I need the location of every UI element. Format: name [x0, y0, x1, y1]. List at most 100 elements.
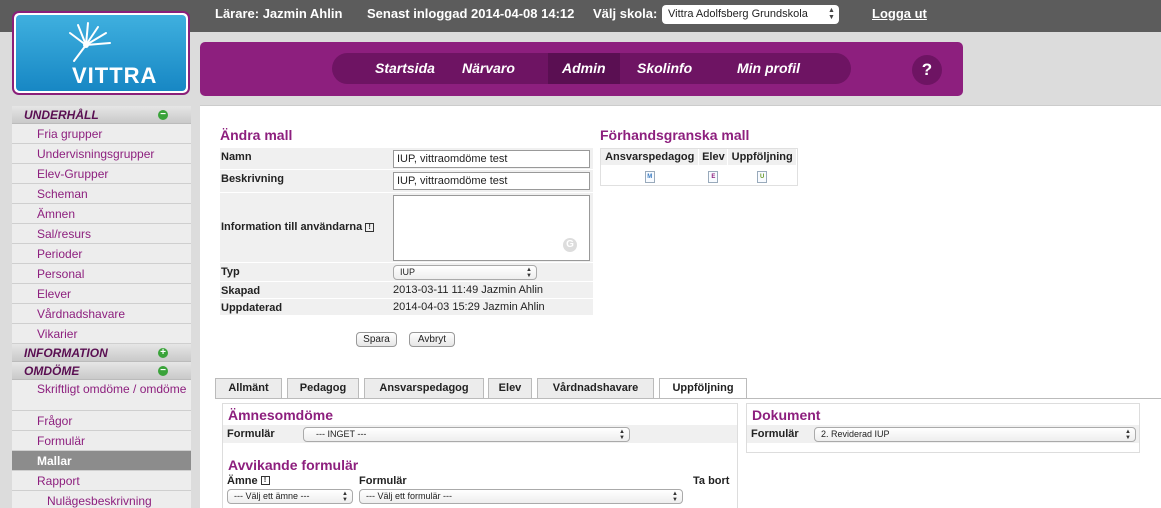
sidebar-item[interactable]: Elev-Grupper [12, 164, 191, 184]
deviating-col-remove: Ta bort [693, 474, 730, 487]
deviating-col-subject-wrap: Ämne! [227, 475, 359, 487]
document-form-label: Formulär [751, 428, 799, 440]
sidebar-item[interactable]: Rapport [12, 471, 191, 491]
deviating-form-value: --- Välj ett formulär --- [366, 490, 453, 501]
info-icon[interactable]: ! [365, 222, 375, 232]
section-title: INFORMATION [24, 346, 108, 360]
deviating-col-form: Formulär [359, 474, 407, 487]
school-label: Välj skola: [593, 6, 658, 21]
sidebar-section-omdome[interactable]: OMDÖME − [12, 362, 191, 380]
tab-pedagog[interactable]: Pedagog [287, 378, 359, 398]
teacher-name: Lärare: Jazmin Ahlin [215, 6, 343, 21]
tab-vardnadshavare[interactable]: Vårdnadshavare [537, 378, 654, 398]
tab-divider [215, 398, 1161, 399]
updated-label: Uppdaterad [221, 302, 283, 314]
subject-assessment-panel: Ämnesomdöme Formulär --- INGET --- ▲ ▼ Av… [222, 403, 738, 508]
type-select[interactable]: IUP ▲ ▼ [393, 265, 537, 280]
sidebar-item[interactable]: Ämnen [12, 204, 191, 224]
main-content: Ändra mall Namn IUP, vittraomdöme test B… [200, 105, 1161, 508]
sidebar-item[interactable]: Frågor [12, 411, 191, 431]
edit-template-title: Ändra mall [220, 127, 293, 143]
section-title: OMDÖME [24, 364, 80, 378]
sidebar-item[interactable]: Vikarier [12, 324, 191, 344]
tab-ansvarspedagog[interactable]: Ansvarspedagog [364, 378, 484, 398]
created-label: Skapad [221, 285, 261, 297]
logo-text: VITTRA [72, 63, 158, 88]
document-e-icon[interactable]: E [708, 171, 719, 183]
type-label: Typ [221, 266, 240, 278]
school-select-value: Vittra Adolfsberg Grundskola [668, 8, 808, 20]
select-arrows-icon: ▲ ▼ [526, 267, 532, 279]
preview-col-ansvarspedagog: Ansvarspedagog [601, 149, 700, 165]
save-button[interactable]: Spara [356, 332, 397, 347]
document-title: Dokument [752, 407, 821, 423]
info-icon[interactable]: ! [260, 476, 270, 486]
description-label: Beskrivning [221, 173, 284, 185]
sidebar: UNDERHÅLL − Fria grupper Undervisningsgr… [12, 106, 191, 508]
help-button[interactable]: ? [912, 55, 942, 85]
type-select-value: IUP [400, 267, 416, 277]
tab-elev[interactable]: Elev [488, 378, 532, 398]
updated-value: 2014-04-03 15:29 Jazmin Ahlin [393, 301, 545, 313]
sidebar-item[interactable]: Undervisningsgrupper [12, 144, 191, 164]
tab-allmant[interactable]: Allmänt [215, 378, 282, 398]
nav-startsida[interactable]: Startsida [361, 53, 449, 84]
sidebar-item[interactable]: Elever [12, 284, 191, 304]
select-arrows-icon: ▲ ▼ [672, 490, 678, 503]
nav-admin[interactable]: Admin [548, 53, 620, 84]
info-label-wrap: Information till användarna! [220, 193, 392, 262]
document-m-icon[interactable]: M [644, 171, 655, 183]
sidebar-item[interactable]: Perioder [12, 244, 191, 264]
nav-skolinfo[interactable]: Skolinfo [623, 53, 706, 84]
subject-form-select[interactable]: --- INGET --- ▲ ▼ [303, 426, 630, 442]
sidebar-item[interactable]: Personal [12, 264, 191, 284]
preview-col-elev: Elev [699, 149, 729, 165]
sidebar-item[interactable]: Skriftligt omdöme / omdöme [12, 380, 191, 411]
edit-template-form: Namn IUP, vittraomdöme test Beskrivning … [220, 148, 593, 316]
select-arrows-icon: ▲ ▼ [619, 428, 625, 441]
sidebar-item[interactable]: Fria grupper [12, 124, 191, 144]
preview-col-uppfoljning: Uppföljning [728, 149, 797, 165]
cancel-button[interactable]: Avbryt [409, 332, 455, 347]
sidebar-item[interactable]: Vårdnadshavare [12, 304, 191, 324]
subject-assessment-title: Ämnesomdöme [228, 407, 334, 423]
nav-pill: Startsida Närvaro Admin Skolinfo Min pro… [332, 53, 851, 84]
preview-table: Ansvarspedagog Elev Uppföljning M E U [600, 148, 798, 186]
name-input[interactable]: IUP, vittraomdöme test [393, 150, 590, 168]
sidebar-item-active[interactable]: Mallar [12, 451, 191, 471]
document-form-value: 2. Reviderad IUP [821, 428, 890, 439]
school-select[interactable]: Vittra Adolfsberg Grundskola ▲ ▼ [662, 5, 839, 24]
document-form-select[interactable]: 2. Reviderad IUP ▲ ▼ [814, 426, 1136, 442]
select-arrows-icon: ▲ ▼ [342, 490, 348, 503]
preview-title: Förhandsgranska mall [600, 127, 750, 143]
deviating-col-subject: Ämne [227, 474, 258, 487]
section-title: UNDERHÅLL [24, 108, 99, 122]
subject-form-label: Formulär [227, 428, 275, 440]
sidebar-item[interactable]: Formulär [12, 431, 191, 451]
nav-narvaro[interactable]: Närvaro [448, 53, 529, 84]
grammarly-icon[interactable]: G [563, 238, 577, 252]
sidebar-item[interactable]: Scheman [12, 184, 191, 204]
sidebar-section-information[interactable]: INFORMATION + [12, 344, 191, 362]
deviating-form-select[interactable]: --- Välj ett formulär --- ▲ ▼ [359, 488, 683, 504]
vittra-logo[interactable]: VITTRA [12, 11, 190, 95]
expand-icon[interactable]: + [158, 348, 168, 358]
logout-link[interactable]: Logga ut [872, 6, 927, 21]
dandelion-icon [69, 22, 111, 62]
document-u-icon[interactable]: U [757, 171, 768, 183]
collapse-icon[interactable]: − [158, 366, 168, 376]
description-input[interactable]: IUP, vittraomdöme test [393, 172, 590, 190]
info-textarea[interactable]: G [393, 195, 590, 261]
sidebar-subitem[interactable]: Nulägesbeskrivning [12, 491, 191, 508]
nav-min-profil[interactable]: Min profil [723, 53, 814, 84]
deviating-subject-select[interactable]: --- Välj ett ämne --- ▲ ▼ [227, 488, 353, 504]
tab-uppfoljning[interactable]: Uppföljning [659, 378, 747, 399]
info-label: Information till användarna [221, 221, 363, 233]
document-panel: Dokument Formulär 2. Reviderad IUP ▲ ▼ [746, 403, 1140, 453]
created-value: 2013-03-11 11:49 Jazmin Ahlin [393, 284, 544, 296]
sidebar-item[interactable]: Sal/resurs [12, 224, 191, 244]
sidebar-section-underhall[interactable]: UNDERHÅLL − [12, 106, 191, 124]
select-arrows-icon: ▲ ▼ [1125, 428, 1131, 441]
main-nav: Startsida Närvaro Admin Skolinfo Min pro… [200, 42, 963, 96]
collapse-icon[interactable]: − [158, 110, 168, 120]
